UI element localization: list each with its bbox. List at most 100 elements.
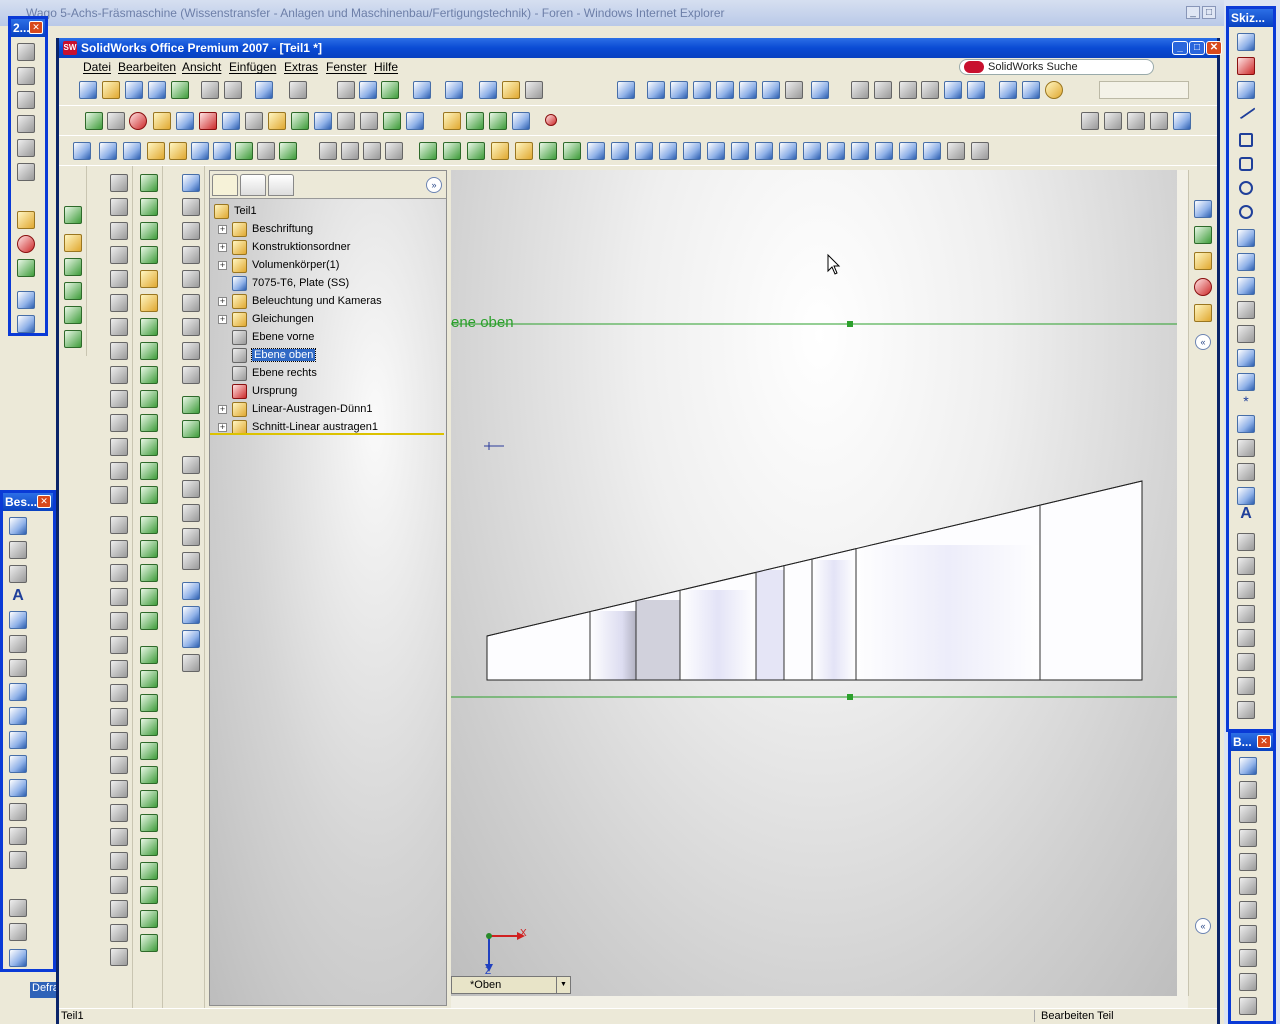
feature-icon[interactable] <box>110 318 128 336</box>
feature-icon[interactable] <box>140 564 158 582</box>
palette-top-left[interactable]: 2... ✕ <box>8 16 48 336</box>
menu-hilfe[interactable]: Hilfe <box>374 60 398 74</box>
zoom-in-icon[interactable] <box>693 81 711 99</box>
loft-icon[interactable] <box>64 306 82 324</box>
stop-macro-icon[interactable] <box>107 112 125 130</box>
menu-fenster[interactable]: Fenster <box>326 60 367 74</box>
annotation-icon[interactable] <box>9 565 27 583</box>
feature-icon[interactable] <box>110 414 128 432</box>
feature-icon[interactable] <box>140 588 158 606</box>
select-filter-icon[interactable] <box>359 81 377 99</box>
ie-titlebar[interactable]: Wago 5-Achs-Fräsmaschine (Wissenstransfe… <box>0 0 1224 26</box>
feature-icon[interactable] <box>182 342 200 360</box>
feature-icon[interactable] <box>182 246 200 264</box>
dimension-icon[interactable] <box>1173 112 1191 130</box>
pan-icon[interactable] <box>762 81 780 99</box>
feature-toolbar-icon[interactable] <box>1150 112 1168 130</box>
configuration-dropdown[interactable] <box>1099 81 1189 99</box>
centerline-icon[interactable] <box>1237 349 1255 367</box>
sketch-tool-icon[interactable] <box>443 112 461 130</box>
point-icon[interactable]: * <box>1237 393 1255 411</box>
text-icon[interactable]: A <box>1237 505 1255 523</box>
feature-icon[interactable] <box>182 582 200 600</box>
palette-left[interactable]: Bes... ✕ A <box>0 490 56 972</box>
point-tool-icon[interactable] <box>489 112 507 130</box>
feature-icon[interactable] <box>182 222 200 240</box>
shadows-icon[interactable] <box>967 81 985 99</box>
ordinate-dimension-icon[interactable] <box>1239 853 1257 871</box>
feature-icon[interactable] <box>17 91 35 109</box>
feature-icon[interactable] <box>110 564 128 582</box>
filter-icon[interactable] <box>755 142 773 160</box>
expand-icon[interactable]: + <box>218 297 227 306</box>
select-icon[interactable] <box>337 81 355 99</box>
tool-icon[interactable] <box>245 112 263 130</box>
home-icon[interactable] <box>1194 200 1212 218</box>
feature-icon[interactable] <box>110 804 128 822</box>
vertical-scrollbar[interactable] <box>1177 170 1188 996</box>
record-icon[interactable] <box>545 114 557 126</box>
move-icon[interactable] <box>1237 677 1255 695</box>
filter-icon[interactable] <box>611 142 629 160</box>
feature-icon[interactable] <box>182 366 200 384</box>
feature-icon[interactable] <box>110 876 128 894</box>
shaded-edges-icon[interactable] <box>921 81 939 99</box>
run-macro-icon[interactable] <box>85 112 103 130</box>
equations-icon[interactable] <box>213 142 231 160</box>
close-icon[interactable]: ✕ <box>37 495 51 508</box>
layout-icon[interactable] <box>445 81 463 99</box>
feature-icon[interactable] <box>182 654 200 672</box>
wrap-icon[interactable] <box>140 414 158 432</box>
camera-icon[interactable] <box>525 81 543 99</box>
feature-icon[interactable] <box>182 318 200 336</box>
menu-einfuegen[interactable]: Einfügen <box>229 60 276 74</box>
convert-entities-icon[interactable] <box>1237 581 1255 599</box>
polygon-icon[interactable] <box>1239 157 1253 171</box>
feature-icon[interactable] <box>110 684 128 702</box>
feature-icon[interactable] <box>17 67 35 85</box>
filter-icon[interactable] <box>515 142 533 160</box>
expand-icon[interactable]: + <box>218 225 227 234</box>
custom-command-icon[interactable] <box>199 112 217 130</box>
wireframe-icon[interactable] <box>851 81 869 99</box>
filter-icon[interactable] <box>923 142 941 160</box>
view-palette-icon[interactable] <box>1194 304 1212 322</box>
zoom-to-selection-icon[interactable] <box>716 81 734 99</box>
properties-icon[interactable] <box>479 81 497 99</box>
extrude-icon[interactable] <box>17 291 35 309</box>
cut-icon[interactable] <box>17 315 35 333</box>
feature-icon[interactable] <box>182 630 200 648</box>
feature-icon[interactable] <box>110 246 128 264</box>
filter-icon[interactable] <box>563 142 581 160</box>
horizontal-dimension-icon[interactable] <box>1239 781 1257 799</box>
feature-icon[interactable] <box>182 528 200 546</box>
area-hatch-icon[interactable] <box>9 827 27 845</box>
zoom-to-area-icon[interactable] <box>670 81 688 99</box>
sketch-icon[interactable] <box>64 206 82 224</box>
hole-callout-icon[interactable] <box>9 803 27 821</box>
file-explorer-icon[interactable] <box>1194 252 1212 270</box>
maximize-button[interactable]: □ <box>1189 41 1205 55</box>
filter-icon[interactable] <box>587 142 605 160</box>
shaded-icon[interactable] <box>944 81 962 99</box>
filter-icon[interactable] <box>947 142 965 160</box>
feature-icon[interactable] <box>182 504 200 522</box>
feature-icon[interactable] <box>140 742 158 760</box>
datum-target-icon[interactable] <box>9 779 27 797</box>
new-file-icon[interactable] <box>79 81 97 99</box>
feature-icon[interactable] <box>110 486 128 504</box>
feature-icon[interactable] <box>110 198 128 216</box>
section-view-icon[interactable] <box>999 81 1017 99</box>
trim-icon[interactable] <box>1237 533 1255 551</box>
tool-icon[interactable] <box>268 112 286 130</box>
dimension-icon[interactable] <box>1239 877 1257 895</box>
feature-icon[interactable] <box>17 139 35 157</box>
preview-icon[interactable] <box>224 81 242 99</box>
rotate-view-icon[interactable] <box>739 81 757 99</box>
feature-icon[interactable] <box>140 670 158 688</box>
circle-icon[interactable] <box>1239 181 1253 195</box>
dimension-icon[interactable] <box>1239 949 1257 967</box>
menu-bearbeiten[interactable]: Bearbeiten <box>118 60 176 74</box>
close-icon[interactable]: ✕ <box>29 21 43 34</box>
weld-symbol-icon[interactable] <box>9 707 27 725</box>
